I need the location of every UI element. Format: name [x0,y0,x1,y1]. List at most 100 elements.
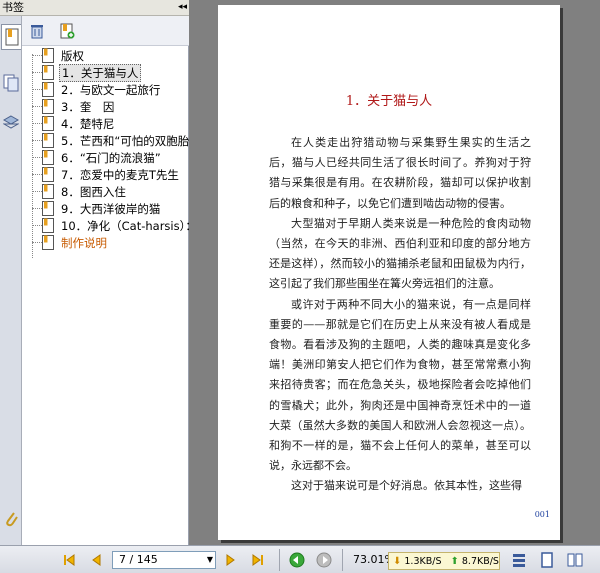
bookmark-tree: 版权 1．关于猫与人 2．与欧文一起旅行 3．奎 因 4．楚特尼 5．芒西和“可怕的双胞胎… [22,46,189,545]
history-forward-button[interactable] [316,552,332,568]
bookmark-label: 版权 [61,48,84,63]
history-back-button[interactable] [289,552,305,568]
upload-arrow-icon: ⬆ [450,555,459,567]
panel-header: 书签 ◂◂ [0,0,189,16]
page-number-input[interactable]: 7 / 145 ▼ [112,551,216,569]
bookmark-item[interactable]: 2．与欧文一起旅行 [32,81,162,98]
tree-branch-line [32,208,42,209]
page-number: 001 [534,510,550,519]
bookmark-label: 8．图西入住 [61,184,126,199]
chapter-title: 1．关于猫与人 [345,94,433,109]
bookmark-item[interactable]: 5．芒西和“可怕的双胞胎” [32,132,189,149]
bookmark-panel: 书签 ◂◂ 版权 1．关于猫与人 2．与欧文一起旅行 3．奎 因 4．楚特尼 5… [0,0,189,545]
toolbar-separator [279,549,280,571]
bookmark-page-icon [42,65,54,80]
tree-branch-line [32,72,42,73]
bookmark-label: 2．与欧文一起旅行 [61,82,161,97]
continuous-view-button[interactable] [538,551,556,569]
side-tab-strip [0,0,22,545]
last-page-button[interactable] [250,552,266,568]
bookmark-item[interactable]: 10．净化（Cat-harsis）： [32,217,189,234]
bookmark-item[interactable]: 版权 [32,47,86,64]
tab-layers[interactable] [1,110,21,136]
tree-branch-line [32,157,42,158]
tab-pages[interactable] [1,70,21,96]
download-arrow-icon: ⬇ [393,555,402,567]
new-bookmark-button[interactable] [58,22,76,40]
document-viewport[interactable]: 1．关于猫与人 在人类走出狩猎动物与采集野生果实的生活之后，猫与人已经共同生活了… [189,0,600,545]
panel-title: 书签 [2,1,24,14]
bookmark-page-icon [42,99,54,114]
bookmark-page-icon [42,133,54,148]
paragraph: 这对于猫来说可是个好消息。依其本性，这些得 [291,479,522,493]
bookmark-icon [5,28,18,46]
bookmark-item[interactable]: 6．“石门的流浪猫” [32,149,163,166]
bookmark-label: 4．楚特尼 [61,116,115,131]
bookmark-item[interactable]: 9．大西洋彼岸的猫 [32,200,162,217]
transfer-speed-indicator: ⬇ 1.3KB/S ⬆ 8.7KB/S [388,552,500,570]
bookmark-item[interactable]: 制作说明 [32,234,109,251]
first-page-button[interactable] [61,552,77,568]
paragraph: 大型猫对于早期人类来说是一种危险的食肉动物（当然，在今天的非洲、西伯利亚和印度的… [269,216,531,291]
collapse-panel-button[interactable]: ◂◂ [178,0,187,15]
bookmark-page-icon [42,116,54,131]
previous-page-button[interactable] [88,552,104,568]
pdf-page: 1．关于猫与人 在人类走出狩猎动物与采集野生果实的生活之后，猫与人已经共同生活了… [218,5,560,540]
next-page-icon [226,554,235,566]
bookmark-page-icon [42,167,54,182]
next-page-button[interactable] [223,552,239,568]
bookmark-label: 制作说明 [61,235,107,250]
bookmark-page-icon [42,235,54,250]
bookmark-page-icon [42,48,54,63]
bookmark-page-icon [42,218,54,233]
new-bookmark-icon [60,23,75,39]
tree-branch-line [32,191,42,192]
layers-icon [3,115,19,129]
tree-branch-line [32,242,42,243]
tab-attachments[interactable] [1,505,21,531]
chevron-down-icon[interactable]: ▼ [207,552,213,568]
tab-bookmarks[interactable] [1,24,21,50]
paragraph: 或许对于两种不同大小的猫来说，有一点是同样重要的——那就是它们在历史上从来没有被… [269,297,531,473]
forward-arrow-icon [316,552,332,568]
tree-branch-line [32,140,42,141]
page-body-text: 在人类走出狩猎动物与采集野生果实的生活之后，猫与人已经共同生活了很长时间了。养狗… [269,133,531,497]
tree-branch-line [32,106,42,107]
bookmark-label: 9．大西洋彼岸的猫 [61,201,161,216]
bookmark-label: 1．关于猫与人 [59,63,142,82]
bookmark-toolbar [22,16,189,46]
toolbar-separator [342,549,343,571]
bookmark-item[interactable]: 8．图西入住 [32,183,128,200]
bookmark-item[interactable]: 7．恋爱中的麦克T先生 [32,166,181,183]
last-page-icon [252,554,263,566]
back-arrow-icon [289,552,305,568]
download-speed: 1.3KB/S [404,555,442,567]
delete-bookmark-button[interactable] [28,22,46,40]
pdf-reader-window: 书签 ◂◂ 版权 1．关于猫与人 2．与欧文一起旅行 3．奎 因 4．楚特尼 5… [0,0,600,573]
bookmark-page-icon [42,184,54,199]
tree-branch-line [32,123,42,124]
bookmark-label: 10．净化（Cat-harsis）： [61,218,189,233]
previous-page-icon [92,554,101,566]
bookmark-label: 6．“石门的流浪猫” [61,150,161,165]
bookmark-item[interactable]: 4．楚特尼 [32,115,116,132]
single-page-view-button[interactable] [510,551,528,569]
first-page-icon [64,554,75,566]
trash-icon [31,25,43,39]
tree-branch-line [32,89,42,90]
facing-view-button[interactable] [566,551,584,569]
tree-connector-line [32,54,33,258]
bookmark-page-icon [42,201,54,216]
paperclip-icon [6,512,18,527]
bookmark-label: 7．恋爱中的麦克T先生 [61,167,179,182]
page-display: 7 / 145 [119,553,158,566]
paragraph: 在人类走出狩猎动物与采集野生果实的生活之后，猫与人已经共同生活了很长时间了。养狗… [269,136,531,210]
bookmark-page-icon [42,150,54,165]
tree-branch-line [32,225,42,226]
bookmark-label: 5．芒西和“可怕的双胞胎” [61,133,189,148]
bookmark-item[interactable]: 1．关于猫与人 [32,63,142,82]
pages-icon [3,74,19,92]
continuous-page-icon [541,552,553,568]
bookmark-item[interactable]: 3．奎 因 [32,98,116,115]
bookmark-label: 3．奎 因 [61,99,115,114]
